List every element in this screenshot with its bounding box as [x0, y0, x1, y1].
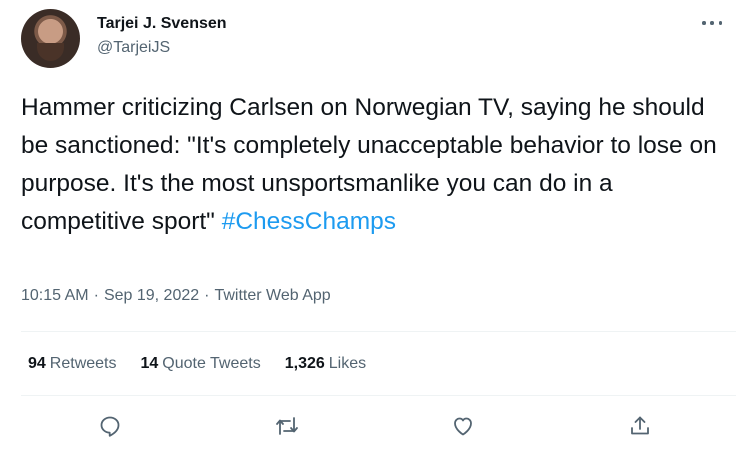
retweets-stat[interactable]: 94 Retweets	[28, 354, 117, 374]
reply-button[interactable]	[93, 409, 127, 443]
hashtag-link[interactable]: #ChessChamps	[222, 208, 396, 235]
like-button[interactable]	[446, 409, 480, 443]
quote-tweets-label: Quote Tweets	[162, 355, 261, 372]
likes-count: 1,326	[284, 355, 325, 372]
more-horizontal-icon	[718, 21, 722, 25]
divider	[21, 331, 736, 332]
tweet-meta: 10:15 AM · Sep 19, 2022 · Twitter Web App	[21, 286, 331, 306]
display-name[interactable]: Tarjei J. Svensen	[97, 14, 227, 34]
tweet-card: Tarjei J. Svensen @TarjeiJS Hammer criti…	[0, 0, 736, 452]
engagement-stats: 94 Retweets 14 Quote Tweets 1,326 Likes	[28, 354, 390, 374]
tweet-date[interactable]: Sep 19, 2022	[104, 287, 199, 304]
reply-icon	[100, 416, 120, 437]
likes-label: Likes	[328, 355, 367, 372]
likes-stat[interactable]: 1,326 Likes	[285, 354, 366, 374]
tweet-time[interactable]: 10:15 AM	[21, 287, 89, 304]
more-horizontal-icon	[710, 21, 714, 25]
more-horizontal-icon	[702, 21, 706, 25]
quote-tweets-count: 14	[140, 355, 159, 372]
divider	[21, 395, 736, 396]
heart-icon	[454, 417, 472, 436]
avatar[interactable]	[21, 9, 80, 68]
user-handle[interactable]: @TarjeiJS	[97, 38, 170, 58]
meta-separator: ·	[204, 287, 210, 304]
share-icon	[631, 416, 649, 435]
retweets-count: 94	[28, 355, 46, 372]
share-button[interactable]	[623, 409, 657, 443]
retweet-button[interactable]	[270, 409, 304, 443]
more-options-button[interactable]	[702, 16, 722, 30]
tweet-source[interactable]: Twitter Web App	[214, 287, 330, 304]
quote-tweets-stat[interactable]: 14 Quote Tweets	[141, 354, 261, 374]
retweet-icon	[276, 417, 298, 435]
meta-separator: ·	[93, 287, 99, 304]
tweet-body: Hammer criticizing Carlsen on Norwegian …	[21, 89, 726, 241]
retweets-label: Retweets	[49, 355, 117, 372]
action-bar	[0, 401, 736, 451]
